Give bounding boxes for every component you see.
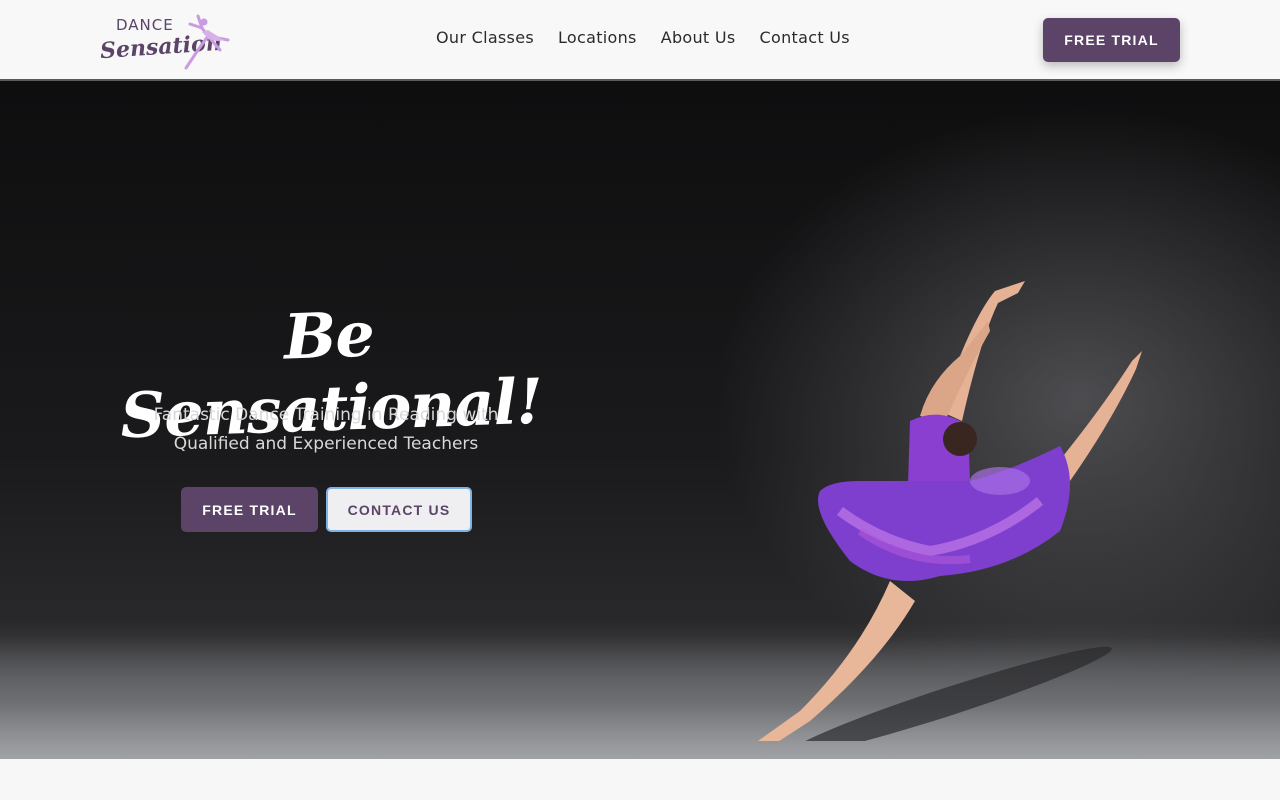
hero-free-trial-button[interactable]: FREE TRIAL bbox=[181, 487, 318, 532]
hero-contact-us-button[interactable]: CONTACT US bbox=[326, 487, 472, 532]
brand-logo[interactable]: DANCE Sensation bbox=[98, 10, 234, 72]
main-nav: Our Classes Locations About Us Contact U… bbox=[436, 28, 850, 47]
nav-locations[interactable]: Locations bbox=[558, 28, 637, 47]
dancer-icon bbox=[184, 14, 230, 70]
site-header: DANCE Sensation Our Classes Locations Ab… bbox=[0, 0, 1280, 81]
next-section bbox=[0, 759, 1280, 800]
nav-about-us[interactable]: About Us bbox=[661, 28, 736, 47]
nav-our-classes[interactable]: Our Classes bbox=[436, 28, 534, 47]
header-free-trial-button[interactable]: FREE TRIAL bbox=[1043, 18, 1180, 62]
hero-subtitle-line-2: Qualified and Experienced Teachers bbox=[173, 434, 479, 454]
hero-subtitle: Fantastic Dance Training in Reading with… bbox=[116, 401, 536, 459]
logo-text-dance: DANCE bbox=[116, 16, 174, 34]
nav-contact-us[interactable]: Contact Us bbox=[760, 28, 850, 47]
leaping-dancer-photo bbox=[758, 281, 1142, 741]
hero-subtitle-line-1: Fantastic Dance Training in Reading with bbox=[153, 405, 499, 425]
hero-section: Be Sensational! Fantastic Dance Training… bbox=[0, 81, 1280, 759]
